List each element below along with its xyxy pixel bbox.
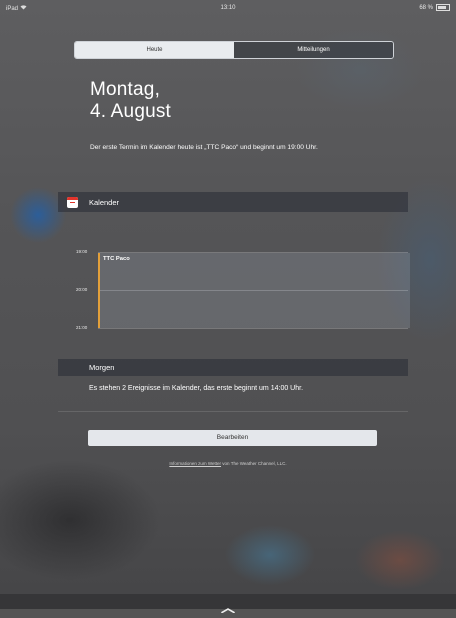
today-date: Montag, 4. August xyxy=(90,79,171,123)
today-summary: Der erste Termin im Kalender heute ist „… xyxy=(90,144,318,151)
time-label: 20:00 xyxy=(76,287,88,292)
segmented-control: Heute Mitteilungen xyxy=(74,41,394,59)
weather-credit-suffix: von The Weather Channel, LLC. xyxy=(221,461,287,466)
calendar-icon xyxy=(67,196,78,208)
hour-line xyxy=(98,328,408,329)
calendar-timeline: 19:00 20:00 21:00 TTC Paco xyxy=(58,245,410,335)
battery-percent: 68 % xyxy=(419,4,433,11)
status-bar: iPad 13:10 68 % xyxy=(0,0,456,16)
weather-info-link[interactable]: Informationen zum Wetter xyxy=(169,461,221,466)
chevron-up-icon[interactable] xyxy=(221,600,235,614)
event-title: TTC Paco xyxy=(103,256,130,262)
time-label: 19:00 xyxy=(76,249,88,254)
edit-button[interactable]: Bearbeiten xyxy=(88,430,377,446)
divider xyxy=(58,411,408,412)
today-day: 4. August xyxy=(90,101,172,122)
battery-icon xyxy=(436,4,450,11)
calendar-section-title: Kalender xyxy=(89,197,120,207)
calendar-event[interactable]: TTC Paco xyxy=(98,253,410,328)
tomorrow-section-title: Morgen xyxy=(89,363,115,372)
weather-credit: Informationen zum Wetter von The Weather… xyxy=(0,461,456,466)
tomorrow-summary: Es stehen 2 Ereignisse im Kalender, das … xyxy=(89,385,304,392)
time-label: 21:00 xyxy=(76,325,88,330)
today-weekday: Montag, xyxy=(90,79,161,100)
tab-heute[interactable]: Heute xyxy=(75,42,234,58)
calendar-section-header[interactable]: Kalender xyxy=(58,192,408,212)
tomorrow-section-header: Morgen xyxy=(58,359,408,376)
tab-mitteilungen[interactable]: Mitteilungen xyxy=(234,42,393,58)
status-time: 13:10 xyxy=(220,5,236,11)
